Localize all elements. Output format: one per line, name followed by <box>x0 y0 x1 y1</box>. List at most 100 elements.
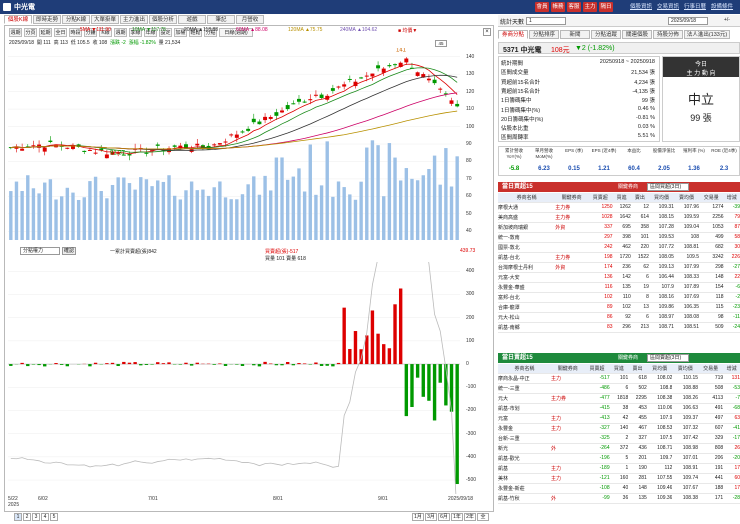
table-row[interactable]: 富邦-台北 102 110 8 108.16 107.69 118 -2 <box>498 292 740 303</box>
tab-8[interactable]: 月營收 <box>236 15 264 24</box>
tab-5[interactable]: 個股分析 <box>149 15 177 24</box>
col-header[interactable]: 交易量 <box>698 364 724 374</box>
table-row[interactable]: 統一-敦南 297 398 101 109.53 108 499 58 <box>498 232 740 243</box>
col-header[interactable]: 買賣超 <box>588 193 613 203</box>
right-tab-1[interactable]: 分點排序 <box>529 30 559 39</box>
col-header[interactable]: 賣出 <box>628 364 647 374</box>
toolbar-button-2[interactable]: 延期 <box>39 28 52 37</box>
right-tab-5[interactable]: 持股分佈 <box>653 30 683 39</box>
col-header[interactable]: 買均價 <box>646 364 673 374</box>
link-stock-info[interactable]: 個股資訊 <box>630 2 652 12</box>
col-header[interactable]: 賣均價 <box>673 193 699 203</box>
table-row[interactable]: 摩根大通 主力券 1250 1262 12 109.31 107.96 1274 -39 <box>498 202 740 213</box>
table-row[interactable]: 永豐金 主力 -327 140 467 108.53 107.32 607 -41 <box>498 423 740 434</box>
link-trade-info[interactable]: 交易資訊 <box>657 2 679 12</box>
page-3[interactable]: 3 <box>32 513 40 521</box>
tab-member[interactable]: 會員 <box>535 2 549 12</box>
col-header[interactable]: 券商名稱 <box>498 364 551 374</box>
table-row[interactable]: 台灣摩根士丹利 外資 174 236 62 109.13 107.99 298 -27 <box>498 262 740 273</box>
table-row[interactable]: 凱基-竹秋外 -99 36 135 109.36 108.38 171 -28 <box>498 493 740 504</box>
close-icon[interactable]: × <box>483 28 491 36</box>
date-adjust[interactable]: +/- <box>724 17 730 23</box>
range-0[interactable]: 1月 <box>412 513 424 521</box>
table-row[interactable]: 統一-三重 -486 6 502 108.8 108.88 508 -53 <box>498 383 740 394</box>
table-row[interactable]: 摩商永晶-中正 主力 -517 101 618 108.02 110.15 719 131 <box>498 373 740 384</box>
range-5[interactable]: 全 <box>477 513 489 521</box>
sell-range-select[interactable]: 區間賣超(3日) <box>647 354 689 362</box>
right-tab-6[interactable]: 法人進出(133元) <box>684 30 730 39</box>
table-row[interactable]: 美林 主力 -121 160 281 107.55 109.74 441 60 <box>498 473 740 484</box>
right-tab-4[interactable]: 關連個股 <box>622 30 652 39</box>
tab-7[interactable]: 筆記 <box>207 15 235 24</box>
col-header[interactable]: 增減 <box>723 364 740 374</box>
toolbar-button-0[interactable]: 週期 <box>9 28 22 37</box>
table-row[interactable]: 凱基-市划 -415 38 453 110.06 106.63 491 -68 <box>498 403 740 414</box>
tab-next-day[interactable]: 隔日 <box>599 2 613 12</box>
buy-range-select[interactable]: 區間買超(3日) <box>647 183 689 191</box>
col-header[interactable]: 買進 <box>609 364 629 374</box>
table-row[interactable]: 凱基-歡光 -196 5 201 109.7 107.01 206 -20 <box>498 453 740 464</box>
net-bar <box>432 364 437 421</box>
toolbar-button-7[interactable]: 週期 <box>114 28 127 37</box>
stat-label: 區間成交量 <box>501 70 529 77</box>
table-row[interactable]: 美商高盛 主力券 1028 1642 614 108.15 109.59 2256 79 <box>498 212 740 223</box>
tab-service[interactable]: 客服 <box>567 2 581 12</box>
range-4[interactable]: 2年 <box>464 513 476 521</box>
tab-6[interactable]: 遊戲 <box>178 15 206 24</box>
cell: 107.67 <box>672 483 699 494</box>
sub-indicator-select[interactable]: 分點權力 <box>20 247 60 255</box>
candle <box>455 103 460 107</box>
col-header[interactable]: 買進 <box>612 193 631 203</box>
cell: 108.98 <box>672 443 699 454</box>
tab-4[interactable]: 主力進出 <box>120 15 148 24</box>
col-header[interactable]: 買賣超 <box>584 364 610 374</box>
table-row[interactable]: 凱基 主力 -189 1 190 112 108.91 191 17 <box>498 463 740 474</box>
table-row[interactable]: 國票-敦北 242 462 220 107.72 108.81 682 30 <box>498 242 740 253</box>
col-header[interactable]: 關鍵券商 <box>551 364 585 374</box>
date-field[interactable]: 2025/09/18 <box>668 17 708 25</box>
zoom-field[interactable]: 45 <box>435 40 447 47</box>
col-header[interactable]: 券商名稱 <box>498 193 556 203</box>
page-2[interactable]: 2 <box>23 513 31 521</box>
cell: 108.38 <box>672 493 699 504</box>
range-2[interactable]: 6月 <box>438 513 450 521</box>
col-header[interactable]: 買均價 <box>648 193 674 203</box>
table-row[interactable]: 凱基-南鄉 83 296 213 108.71 108.51 509 -24 <box>498 322 740 333</box>
col-header[interactable]: 關鍵券商 <box>555 193 589 203</box>
toolbar-button-1[interactable]: 分頁 <box>24 28 37 37</box>
confirm-button[interactable]: 確認 <box>62 247 76 255</box>
col-header[interactable]: 賣出 <box>630 193 649 203</box>
right-tab-3[interactable]: 分點追蹤 <box>591 30 621 39</box>
page-4[interactable]: 4 <box>41 513 49 521</box>
table-row[interactable]: 新光外 -264 372 436 108.71 108.98 808 26 <box>498 443 740 454</box>
tab-1[interactable]: 即時走勢 <box>33 15 61 24</box>
days-select[interactable]: 1 <box>526 17 566 25</box>
range-1[interactable]: 3月 <box>425 513 437 521</box>
tab-0[interactable]: 個股K線 <box>4 15 32 24</box>
page-1[interactable]: 1 <box>14 513 22 521</box>
tab-main[interactable]: 主力 <box>583 2 597 12</box>
col-header[interactable]: 交易量 <box>698 193 724 203</box>
table-row[interactable]: 永豐金-新莊 -108 40 148 109.46 107.67 188 17 <box>498 483 740 494</box>
table-row[interactable]: 元大-松山 86 92 6 108.97 108.08 98 -11 <box>498 312 740 323</box>
tab-2[interactable]: 分點K線 <box>62 15 90 24</box>
link-settings[interactable]: 設備條件 <box>711 2 733 12</box>
col-header[interactable]: 賣均價 <box>672 364 699 374</box>
table-row[interactable]: 台新-三重 -325 2 327 107.5 107.42 329 -17 <box>498 433 740 444</box>
range-3[interactable]: 1年 <box>451 513 463 521</box>
table-row[interactable]: 元富 主力 -413 42 455 107.9 109.37 497 63 <box>498 413 740 424</box>
table-row[interactable]: 新加坡商瑞銀 外資 337 695 358 107.28 109.04 1053 87 <box>498 222 740 233</box>
table-row[interactable]: 元富-大安 136 142 6 106.44 108.33 148 22 <box>498 272 740 283</box>
table-row[interactable]: 永豐金-華盛 116 135 19 107.9 107.89 154 -6 <box>498 282 740 293</box>
table-row[interactable]: 合庫-龍潭 89 102 13 109.86 106.35 115 -23 <box>498 302 740 313</box>
tab-account[interactable]: 帳務 <box>551 2 565 12</box>
link-calendar[interactable]: 行事日曆 <box>684 2 706 12</box>
page-5[interactable]: 5 <box>50 513 58 521</box>
table-row[interactable]: 元大 主力券 -477 1818 2295 108.38 108.26 4113 -7 <box>498 393 740 404</box>
right-tab-2[interactable]: 新聞 <box>560 30 590 39</box>
col-header[interactable]: 增減 <box>723 193 740 203</box>
right-tab-0[interactable]: 券商分點 <box>498 30 528 39</box>
toolbar-button-3[interactable]: 全日 <box>54 28 67 37</box>
table-row[interactable]: 凱基-台北 主力券 198 1720 1522 108.05 109.5 3242 226 <box>498 252 740 263</box>
tab-3[interactable]: 大單掛單 <box>91 15 119 24</box>
